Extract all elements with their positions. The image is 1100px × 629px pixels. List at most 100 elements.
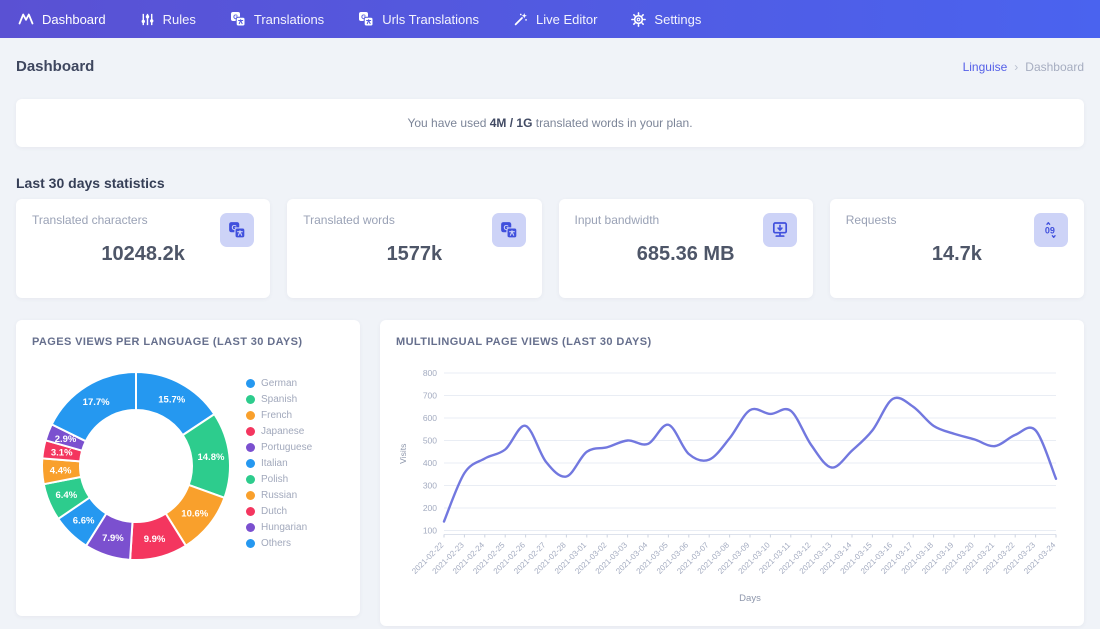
legend-item-french[interactable]: French	[246, 410, 312, 421]
nav-item-dashboard[interactable]: Dashboard	[18, 11, 106, 27]
legend-item-polish[interactable]: Polish	[246, 474, 312, 485]
line-chart-title: MULTILINGUAL PAGE VIEWS (LAST 30 DAYS)	[396, 336, 652, 348]
y-tick-label: 200	[423, 503, 437, 513]
wand-icon	[513, 12, 528, 27]
legend-dot	[246, 411, 255, 420]
donut-segment-label: 9.9%	[144, 534, 166, 545]
x-axis-title: Days	[739, 593, 761, 604]
donut-chart-legend: German Spanish French Japanese Portuguese Ita…	[246, 378, 312, 570]
y-tick-label: 500	[423, 436, 437, 446]
breadcrumb: Linguise › Dashboard	[963, 60, 1084, 74]
stat-value: 14.7k	[931, 243, 982, 265]
notice-suffix: translated words in your plan.	[532, 116, 693, 130]
legend-label: Russian	[261, 490, 298, 501]
legend-item-italian[interactable]: Italian	[246, 458, 312, 469]
breadcrumb-current: Dashboard	[1025, 59, 1084, 74]
sliders-icon	[140, 12, 155, 27]
line-series-visits	[442, 396, 1058, 523]
legend-label: Others	[261, 538, 292, 549]
donut-segment-label: 14.8%	[197, 452, 224, 463]
legend-label: Japanese	[261, 426, 305, 437]
y-tick-label: 800	[423, 368, 437, 378]
legend-item-russian[interactable]: Russian	[246, 490, 312, 501]
legend-dot	[246, 443, 255, 452]
requests-icon: 09	[1034, 213, 1068, 247]
stat-card-requests: Requests 09 14.7k	[829, 199, 1084, 298]
legend-dot	[246, 475, 255, 484]
legend-item-others[interactable]: Others	[246, 538, 312, 549]
donut-segment-label: 10.6%	[181, 508, 208, 519]
nav-item-settings[interactable]: Settings	[631, 12, 701, 27]
legend-item-japanese[interactable]: Japanese	[246, 426, 312, 437]
legend-item-german[interactable]: German	[246, 378, 312, 389]
legend-dot	[246, 395, 255, 404]
bandwidth-icon	[762, 213, 797, 247]
plan-usage-text: You have used 4M / 1G translated words i…	[407, 116, 692, 130]
legend-dot	[246, 539, 255, 548]
legend-label: German	[261, 378, 298, 389]
stat-value: 1577k	[386, 243, 443, 265]
linguise-logo-icon	[18, 11, 34, 27]
breadcrumb-link-linguise[interactable]: Linguise	[963, 60, 1008, 74]
nav-item-label: Dashboard	[42, 11, 106, 27]
legend-item-portuguese[interactable]: Portuguese	[246, 442, 312, 453]
stat-card-input-bandwidth: Input bandwidth 685.36 MB	[558, 199, 813, 298]
legend-dot	[246, 523, 255, 532]
legend-item-dutch[interactable]: Dutch	[246, 506, 312, 517]
line-chart: 100 200 300 400 500 600 700 800 2021-02-22 2021-0…	[396, 358, 1068, 606]
legend-dot	[246, 459, 255, 468]
translate-icon: G	[230, 11, 246, 27]
legend-dot	[246, 491, 255, 500]
gear-icon	[631, 11, 647, 27]
line-chart-card: MULTILINGUAL PAGE VIEWS (LAST 30 DAYS) 1…	[380, 320, 1084, 626]
legend-label: Portuguese	[261, 442, 313, 453]
svg-text:09: 09	[1045, 225, 1055, 235]
donut-segment-label: 17.7%	[83, 397, 110, 408]
legend-label: Dutch	[261, 506, 288, 517]
donut-segment-label: 3.1%	[51, 448, 73, 459]
legend-item-spanish[interactable]: Spanish	[246, 394, 312, 405]
breadcrumb-separator: ›	[1014, 59, 1019, 74]
legend-label: French	[261, 410, 293, 421]
translate-icon: G	[358, 11, 374, 27]
donut-segment-label: 6.4%	[56, 490, 78, 501]
donut-segment-label: 15.7%	[158, 394, 185, 405]
stat-card-translated-characters: Translated characters G 10248.2k	[16, 199, 271, 298]
notice-usage-value: 4M / 1G	[489, 116, 533, 130]
stat-value: 10248.2k	[101, 243, 185, 265]
donut-segment-label: 4.4%	[50, 465, 72, 476]
section-title-statistics: Last 30 days statistics	[16, 175, 165, 191]
top-navbar: Dashboard Rules G Translations G Urls Tr…	[0, 0, 1100, 38]
legend-dot	[246, 427, 255, 436]
donut-chart: 15.7% 14.8% 10.6% 9.9% 7.9% 6.6% 6.4% 4.4% 3.1% 2…	[32, 362, 240, 570]
notice-prefix: You have used	[407, 116, 490, 130]
nav-item-live-editor[interactable]: Live Editor	[513, 12, 597, 27]
nav-item-label: Live Editor	[536, 11, 598, 27]
legend-label: Italian	[261, 458, 288, 469]
nav-item-label: Settings	[654, 11, 702, 27]
y-tick-label: 700	[423, 391, 437, 401]
legend-label: Polish	[261, 474, 289, 485]
donut-segment-label: 6.6%	[73, 515, 95, 526]
nav-item-label: Rules	[162, 11, 196, 27]
legend-label: Hungarian	[261, 522, 308, 533]
donut-segment-label: 7.9%	[102, 533, 124, 544]
nav-item-urls-translations[interactable]: G Urls Translations	[358, 11, 479, 27]
nav-item-rules[interactable]: Rules	[140, 12, 196, 27]
plan-usage-notice: You have used 4M / 1G translated words i…	[16, 99, 1084, 147]
stat-value: 685.36 MB	[636, 243, 735, 265]
nav-item-translations[interactable]: G Translations	[230, 11, 324, 27]
page-title: Dashboard	[16, 58, 95, 75]
y-axis-title: Visits	[398, 444, 408, 464]
y-tick-label: 300	[423, 481, 437, 491]
legend-dot	[246, 507, 255, 516]
stat-card-translated-words: Translated words G 1577k	[287, 199, 542, 298]
donut-chart-card: PAGES VIEWS PER LANGUAGE (LAST 30 DAYS) …	[16, 320, 360, 616]
y-tick-label: 600	[423, 413, 437, 423]
legend-item-hungarian[interactable]: Hungarian	[246, 522, 312, 533]
legend-label: Spanish	[261, 394, 298, 405]
donut-chart-title: PAGES VIEWS PER LANGUAGE (LAST 30 DAYS)	[32, 336, 303, 348]
translate-icon: G	[491, 213, 526, 247]
translate-icon: G	[220, 213, 255, 247]
nav-item-label: Urls Translations	[382, 11, 479, 27]
